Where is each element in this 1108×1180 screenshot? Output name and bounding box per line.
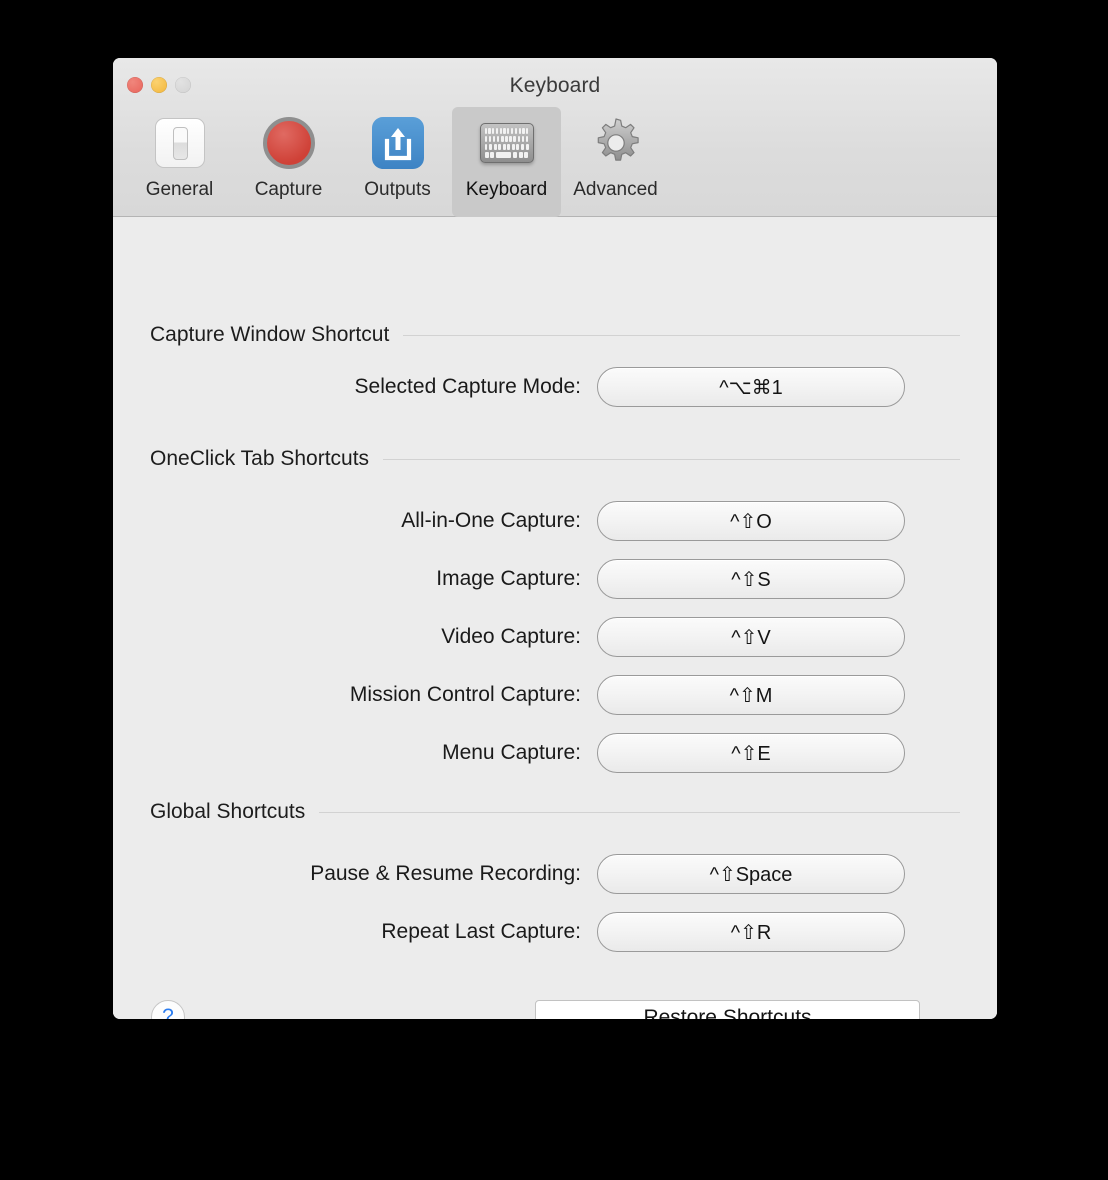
shortcut-row-pause-resume-recording: Pause & Resume Recording: ^⇧Space	[150, 853, 960, 895]
shortcut-field-selected-capture-mode[interactable]: ^⌥⌘1	[597, 367, 905, 407]
toolbar-tab-advanced-label: Advanced	[573, 179, 658, 200]
toolbar-tab-keyboard[interactable]: Keyboard	[452, 107, 561, 217]
toolbar-tab-outputs[interactable]: Outputs	[343, 107, 452, 217]
toolbar-tab-outputs-label: Outputs	[364, 179, 431, 200]
shortcut-field-repeat-last-capture[interactable]: ^⇧R	[597, 912, 905, 952]
window-titlebar: Keyboard General Capture Outputs Keyboar…	[113, 58, 997, 217]
window-title: Keyboard	[509, 74, 601, 97]
preferences-toolbar: General Capture Outputs Keyboard Advance…	[125, 107, 670, 217]
toolbar-tab-general[interactable]: General	[125, 107, 234, 217]
section-divider	[383, 458, 960, 460]
shortcut-row-mission-control-capture: Mission Control Capture: ^⇧M	[150, 674, 960, 716]
section-divider	[319, 811, 960, 813]
shortcut-field-all-in-one-capture[interactable]: ^⇧O	[597, 501, 905, 541]
record-button-icon	[258, 112, 320, 174]
share-upload-icon	[367, 112, 429, 174]
shortcut-label: Menu Capture:	[442, 741, 581, 764]
help-button[interactable]: ?	[151, 1000, 185, 1019]
shortcut-label: All-in-One Capture:	[401, 509, 581, 532]
toolbar-tab-keyboard-label: Keyboard	[465, 179, 548, 200]
shortcut-field-mission-control-capture[interactable]: ^⇧M	[597, 675, 905, 715]
toolbar-tab-capture[interactable]: Capture	[234, 107, 343, 217]
shortcut-row-repeat-last-capture: Repeat Last Capture: ^⇧R	[150, 911, 960, 953]
section-header-capture-window: Capture Window Shortcut	[150, 323, 960, 347]
toggle-switch-icon	[149, 112, 211, 174]
section-title: Global Shortcuts	[150, 800, 306, 823]
shortcut-field-menu-capture[interactable]: ^⇧E	[597, 733, 905, 773]
toolbar-tab-capture-label: Capture	[254, 179, 323, 200]
restore-shortcuts-button[interactable]: Restore Shortcuts	[535, 1000, 920, 1019]
section-divider	[403, 334, 960, 336]
shortcut-label: Selected Capture Mode:	[354, 375, 581, 398]
shortcut-row-image-capture: Image Capture: ^⇧S	[150, 558, 960, 600]
shortcut-row-video-capture: Video Capture: ^⇧V	[150, 616, 960, 658]
shortcut-row-selected-capture-mode: Selected Capture Mode: ^⌥⌘1	[150, 366, 960, 408]
section-title: Capture Window Shortcut	[150, 323, 390, 346]
keyboard-settings-pane: Capture Window Shortcut Selected Capture…	[113, 217, 997, 1019]
toolbar-tab-general-label: General	[145, 179, 214, 200]
shortcut-field-video-capture[interactable]: ^⇧V	[597, 617, 905, 657]
section-header-global: Global Shortcuts	[150, 800, 960, 824]
section-title: OneClick Tab Shortcuts	[150, 447, 370, 470]
shortcut-row-all-in-one-capture: All-in-One Capture: ^⇧O	[150, 500, 960, 542]
toolbar-tab-advanced[interactable]: Advanced	[561, 107, 670, 217]
shortcut-label: Mission Control Capture:	[349, 683, 581, 706]
keyboard-icon	[476, 112, 538, 174]
shortcut-field-pause-resume-recording[interactable]: ^⇧Space	[597, 854, 905, 894]
section-header-oneclick-tab: OneClick Tab Shortcuts	[150, 447, 960, 471]
shortcut-label: Video Capture:	[441, 625, 581, 648]
shortcut-label: Repeat Last Capture:	[381, 920, 581, 943]
shortcut-label: Image Capture:	[436, 567, 581, 590]
shortcut-row-menu-capture: Menu Capture: ^⇧E	[150, 732, 960, 774]
keyboard-preferences-window: Keyboard General Capture Outputs Keyboar…	[113, 58, 997, 1019]
gear-icon	[585, 112, 647, 174]
shortcut-label: Pause & Resume Recording:	[310, 862, 581, 885]
shortcut-field-image-capture[interactable]: ^⇧S	[597, 559, 905, 599]
